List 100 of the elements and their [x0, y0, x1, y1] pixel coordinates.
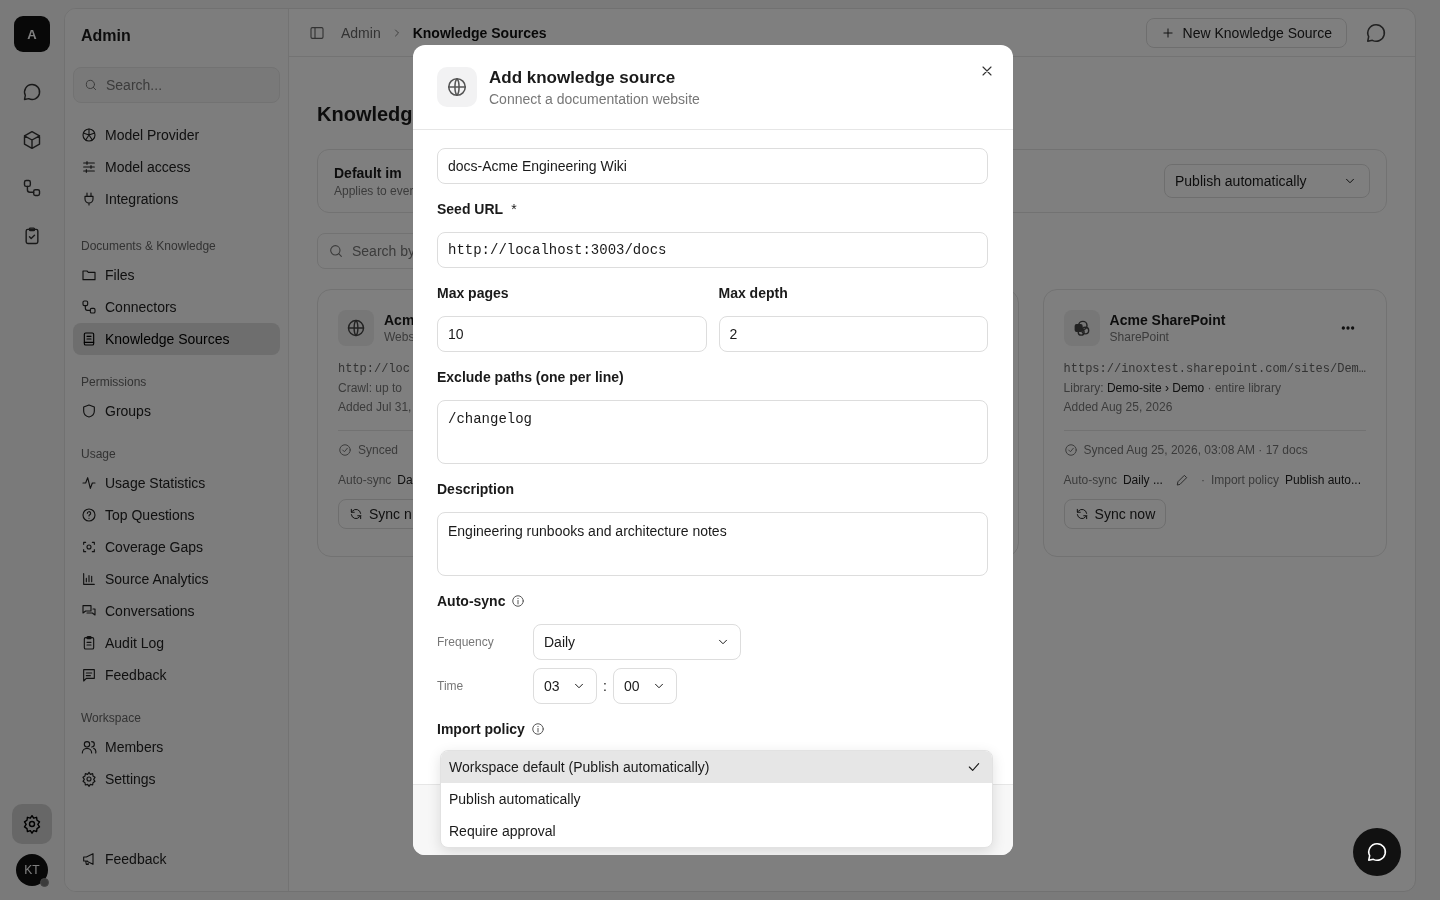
- refresh-icon: [349, 507, 363, 521]
- field-label: Max pages: [437, 285, 509, 301]
- breadcrumb-current: Knowledge Sources: [412, 24, 547, 41]
- description-field[interactable]: Engineering runbooks and architecture notes: [437, 512, 988, 576]
- refresh-icon: [1074, 507, 1089, 521]
- chat-icon: [1366, 841, 1388, 863]
- minute-select[interactable]: 00: [613, 668, 677, 704]
- sync-now-button[interactable]: Sync now: [1063, 499, 1167, 529]
- frequency-select[interactable]: Daily: [533, 624, 741, 660]
- help-icon: [81, 507, 97, 523]
- name-field[interactable]: docs-Acme Engineering Wiki: [437, 148, 988, 184]
- sidebar-item[interactable]: Coverage Gaps: [73, 531, 280, 563]
- policy-select[interactable]: Publish automatically: [1164, 164, 1370, 198]
- message-icon: [81, 667, 97, 683]
- sidebar-item[interactable]: Model access: [73, 151, 280, 183]
- folder-icon: [81, 267, 97, 283]
- sidebar-item[interactable]: Conversations: [73, 595, 280, 627]
- sidebar-item[interactable]: Feedback: [73, 659, 280, 691]
- dropdown-option[interactable]: Workspace default (Publish automatically): [441, 751, 992, 783]
- field-label: Max depth: [718, 285, 788, 301]
- field-label: Description: [437, 481, 514, 497]
- sidebar-item[interactable]: Audit Log: [73, 627, 280, 659]
- gear-icon: [22, 814, 42, 834]
- megaphone-icon: [81, 851, 97, 867]
- section-heading: Workspace: [80, 710, 142, 727]
- required-mark: *: [511, 201, 517, 217]
- field-label: Exclude paths (one per line): [437, 369, 624, 385]
- section-heading: Permissions: [80, 374, 148, 391]
- page-title: Knowledg: [317, 103, 414, 127]
- source-name: Acme SharePoint: [1109, 312, 1226, 328]
- sidebar-item[interactable]: Feedback: [73, 843, 280, 875]
- sidebar-title: Admin: [80, 26, 132, 46]
- sidebar-item[interactable]: Settings: [73, 763, 280, 795]
- sidebar-item[interactable]: Knowledge Sources: [73, 323, 280, 355]
- info-icon[interactable]: [511, 594, 526, 608]
- dialog-title: Add knowledge source: [489, 67, 677, 88]
- users-icon: [81, 739, 97, 755]
- source-name: Acm: [384, 312, 415, 328]
- logo: A: [14, 16, 50, 52]
- source-type: SharePoint: [1109, 330, 1169, 344]
- separator-dot: ·: [1200, 473, 1205, 487]
- exclude-paths-field[interactable]: /changelog: [437, 400, 988, 464]
- info-icon[interactable]: [530, 722, 545, 736]
- chat-icon[interactable]: [1365, 21, 1387, 44]
- breadcrumb-link[interactable]: Admin: [341, 24, 381, 41]
- dropdown-option[interactable]: Publish automatically: [441, 783, 992, 815]
- chat-icon: [22, 82, 42, 102]
- section-label: Auto-sync: [437, 593, 506, 609]
- card-subtitle: Applies to ever: [334, 183, 414, 198]
- connector-icon: [22, 178, 42, 198]
- sidebar-item[interactable]: Usage Statistics: [73, 467, 280, 499]
- field-label: Seed URL: [437, 201, 504, 217]
- plus-icon: [1160, 25, 1175, 40]
- auto-sync-label: Auto-sync: [1063, 473, 1117, 487]
- sidebar-item[interactable]: Groups: [73, 395, 280, 427]
- search-icon: [84, 78, 98, 92]
- shield-icon: [81, 403, 97, 419]
- hour-select[interactable]: 03: [533, 668, 597, 704]
- sidebar-item[interactable]: Members: [73, 731, 280, 763]
- globe-icon: [338, 310, 374, 346]
- sidebar-item[interactable]: Connectors: [73, 291, 280, 323]
- sidebar-item[interactable]: Source Analytics: [73, 563, 280, 595]
- book-icon: [81, 331, 97, 347]
- cube-icon: [22, 130, 42, 150]
- sidebar-item[interactable]: Model Provider: [73, 119, 280, 151]
- sharepoint-icon: [1063, 310, 1100, 346]
- dropdown-option[interactable]: Require approval: [441, 815, 992, 847]
- import-policy-label: Import policy: [1210, 473, 1279, 487]
- section-label: Import policy: [437, 721, 525, 737]
- source-url: https://inoxtest.sharepoint.com/sites/Dem…: [1063, 362, 1366, 376]
- aperture-icon: [81, 127, 97, 143]
- search-icon: [328, 243, 344, 259]
- section-heading: Usage: [80, 446, 117, 463]
- source-detail: Added Aug 25, 2026: [1063, 400, 1174, 414]
- settings-button[interactable]: [12, 804, 52, 844]
- avatar[interactable]: KT: [16, 854, 48, 886]
- connector-icon: [81, 299, 97, 315]
- url-field[interactable]: http://localhost:3003/docs: [437, 232, 988, 268]
- plug-icon: [81, 191, 97, 207]
- sidebar-item[interactable]: Top Questions: [73, 499, 280, 531]
- sidebar-item[interactable]: Integrations: [73, 183, 280, 215]
- source-detail: Crawl: up to: [338, 381, 404, 395]
- max-pages-field[interactable]: 10: [437, 316, 707, 352]
- clipboard-icon: [22, 226, 42, 246]
- auto-sync-value: Da: [397, 473, 413, 487]
- sidebar-toggle-icon[interactable]: [309, 24, 325, 41]
- max-depth-field[interactable]: 2: [718, 316, 988, 352]
- search-field[interactable]: Search...: [73, 67, 280, 103]
- new-source-button[interactable]: New Knowledge Source: [1145, 17, 1347, 48]
- dialog-subtitle: Connect a documentation website: [489, 90, 700, 107]
- gear-icon: [81, 771, 97, 787]
- pencil-icon[interactable]: [1174, 473, 1189, 487]
- section-heading: Documents & Knowledge: [80, 238, 217, 255]
- sync-status: Synced Aug 25, 2026, 03:08 AM · 17 docs: [1083, 443, 1308, 457]
- source-detail: Added Jul 31,: [338, 400, 413, 414]
- sidebar-item[interactable]: Files: [73, 259, 280, 291]
- source-detail: Library: Demo-site › Demo · entire library: [1063, 381, 1282, 395]
- sync-status: Synced: [358, 443, 399, 457]
- time-separator: :: [602, 678, 608, 694]
- card-title: Default im: [334, 164, 403, 181]
